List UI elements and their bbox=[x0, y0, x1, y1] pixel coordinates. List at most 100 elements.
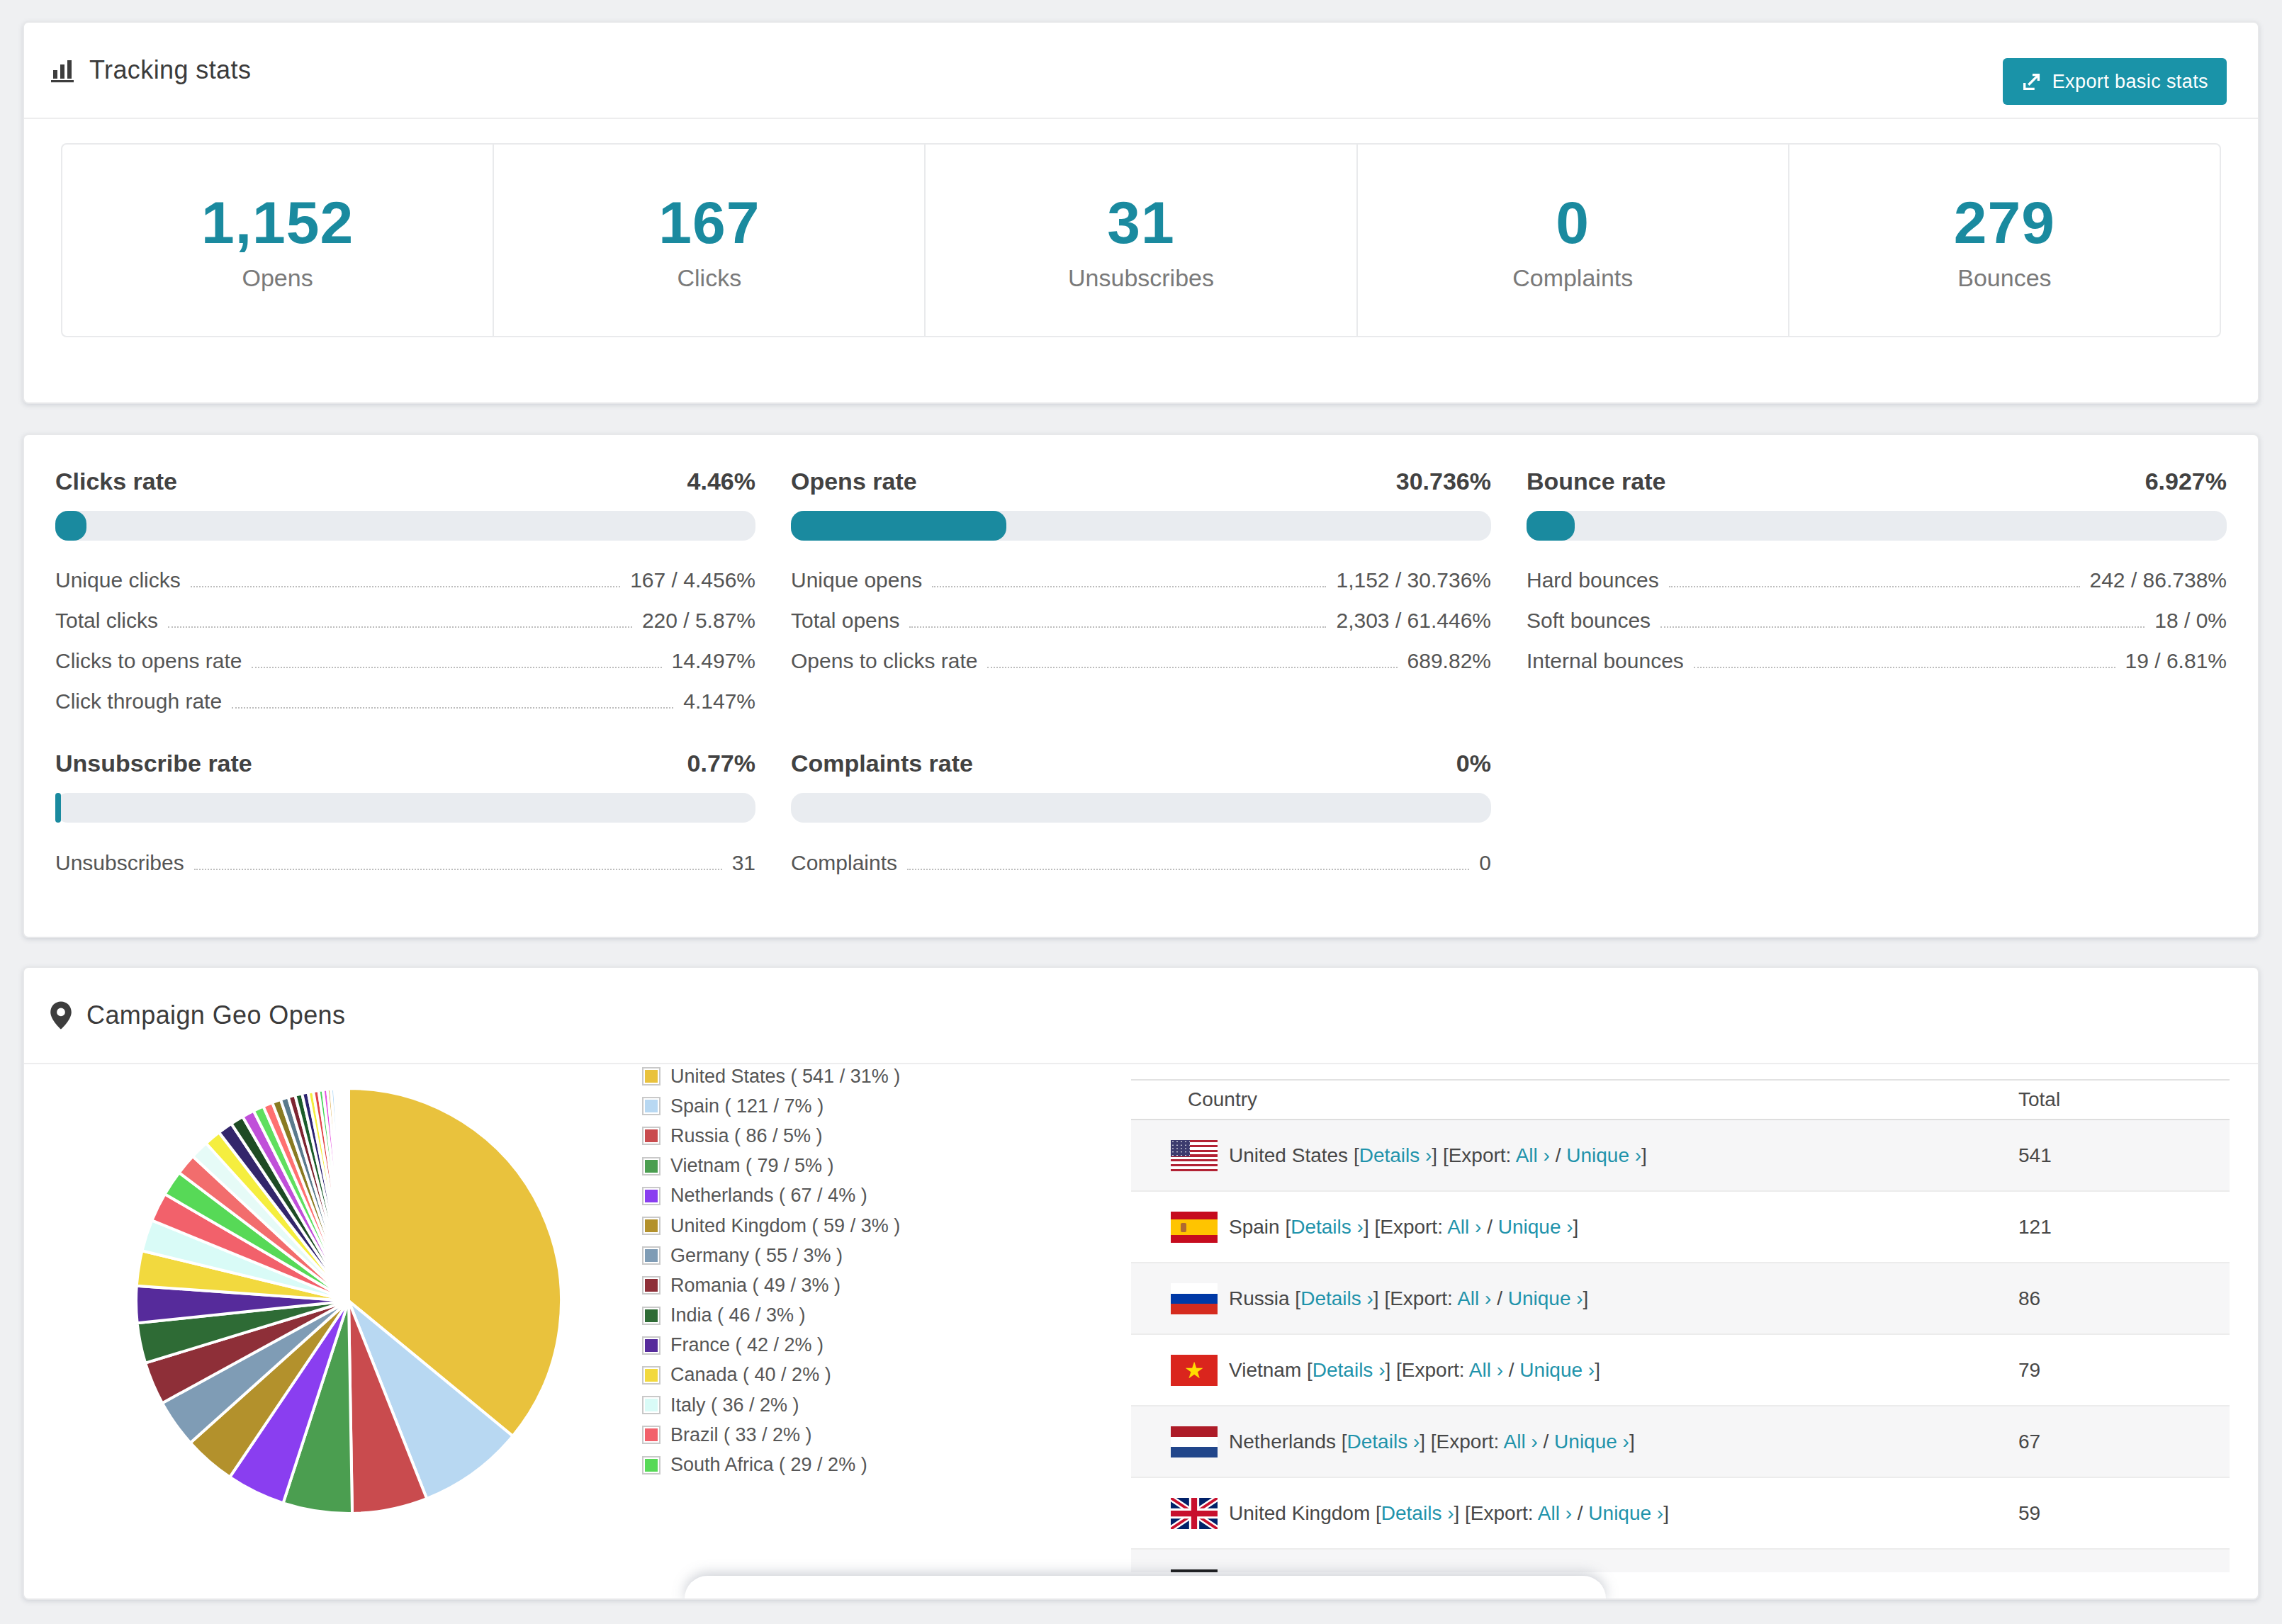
rate-row: Hard bounces 242 / 86.738% bbox=[1527, 560, 2227, 601]
stat-label: Complaints bbox=[1512, 264, 1633, 292]
stats-summary-row: 1,152Opens167Clicks31Unsubscribes0Compla… bbox=[61, 143, 2221, 337]
export-unique-link[interactable]: Unique › bbox=[1566, 1144, 1641, 1166]
tracking-stats-header: Tracking stats Export basic stats bbox=[24, 23, 2258, 119]
opens-rate-block: Opens rate30.736%Unique opens1,152 / 30.… bbox=[791, 468, 1491, 721]
export-unique-link[interactable]: Unique › bbox=[1498, 1216, 1573, 1238]
rate-header: Clicks rate 4.46% bbox=[55, 468, 755, 495]
rate-row-value: 31 bbox=[732, 851, 755, 875]
legend-item: Germany ( 55 / 3% ) bbox=[642, 1241, 900, 1270]
clicks-rate-block: Clicks rate 4.46% Unique clicks 167 / 4.456… bbox=[55, 468, 755, 721]
stat-box-unsubscribes: 31 Unsubscribes bbox=[926, 145, 1357, 336]
rate-row-value: 4.147% bbox=[683, 689, 755, 714]
stat-box-complaints: 0 Complaints bbox=[1358, 145, 1789, 336]
export-button-label: Export basic stats bbox=[2052, 71, 2208, 93]
stat-box-bounces: 279Bounces bbox=[1789, 145, 2220, 336]
rate-row: Total opens 2,303 / 61.446% bbox=[791, 601, 1491, 641]
details-link[interactable]: Details › bbox=[1359, 1144, 1432, 1166]
rate-row-value: 242 / 86.738% bbox=[2090, 568, 2227, 592]
rate-row-value: 2,303 / 61.446% bbox=[1336, 609, 1491, 633]
rate-row: Internal bounces19 / 6.81% bbox=[1527, 641, 2227, 682]
dotted-leader bbox=[191, 586, 620, 587]
rate-row-label: Unsubscribes bbox=[55, 851, 184, 875]
rate-value: 0.77% bbox=[687, 750, 755, 777]
legend-swatch bbox=[642, 1307, 661, 1325]
dotted-leader bbox=[1660, 626, 2145, 628]
export-all-link[interactable]: All › bbox=[1447, 1216, 1481, 1238]
dotted-leader bbox=[909, 626, 1326, 628]
rate-title: Clicks rate bbox=[55, 468, 177, 495]
legend-item: Vietnam ( 79 / 5% ) bbox=[642, 1151, 900, 1181]
bar-chart-icon bbox=[50, 57, 75, 83]
rate-row-value: 14.497% bbox=[672, 649, 755, 673]
details-link[interactable]: Details › bbox=[1291, 1216, 1364, 1238]
export-all-link[interactable]: All › bbox=[1457, 1287, 1491, 1309]
stat-value: 1,152 bbox=[201, 188, 354, 257]
progress-bar bbox=[791, 793, 1491, 823]
legend-label: India ( 46 / 3% ) bbox=[670, 1304, 806, 1326]
stat-value: 0 bbox=[1556, 188, 1590, 257]
rate-value: 0% bbox=[1456, 750, 1491, 777]
dotted-leader bbox=[168, 626, 632, 628]
legend-label: Germany ( 55 / 3% ) bbox=[670, 1245, 843, 1267]
rates-card: Clicks rate 4.46% Unique clicks 167 / 4.456… bbox=[23, 434, 2259, 938]
dotted-leader bbox=[1694, 667, 2115, 668]
legend-swatch bbox=[642, 1067, 661, 1086]
rate-title: Bounce rate bbox=[1527, 468, 1666, 495]
rate-row: Total clicks220 / 5.87% bbox=[55, 601, 755, 641]
details-link[interactable]: Details › bbox=[1300, 1287, 1373, 1309]
progress-bar bbox=[1527, 511, 2227, 541]
rate-row-label: Clicks to opens rate bbox=[55, 649, 242, 673]
rate-row-label: Total opens bbox=[791, 609, 899, 633]
legend-item: France ( 42 / 2% ) bbox=[642, 1331, 900, 1360]
export-all-link[interactable]: All › bbox=[1516, 1144, 1550, 1166]
legend-item: Russia ( 86 / 5% ) bbox=[642, 1121, 900, 1151]
export-all-link[interactable]: All › bbox=[1469, 1359, 1503, 1381]
legend-swatch bbox=[642, 1276, 661, 1295]
export-unique-link[interactable]: Unique › bbox=[1519, 1359, 1595, 1381]
export-all-link[interactable]: All › bbox=[1504, 1431, 1538, 1453]
legend-label: France ( 42 / 2% ) bbox=[670, 1334, 824, 1356]
rate-row: Complaints0 bbox=[791, 842, 1491, 883]
stat-value: 31 bbox=[1107, 188, 1174, 257]
rate-row: Unique clicks 167 / 4.456% bbox=[55, 560, 755, 601]
export-basic-stats-button[interactable]: Export basic stats bbox=[2003, 58, 2227, 105]
legend-swatch bbox=[642, 1127, 661, 1145]
geo-card-header: Campaign Geo Opens bbox=[24, 968, 2258, 1064]
rate-value: 4.46% bbox=[687, 468, 755, 495]
details-link[interactable]: Details › bbox=[1381, 1502, 1454, 1524]
progress-bar bbox=[55, 511, 755, 541]
rate-row-label: Hard bounces bbox=[1527, 568, 1659, 592]
geo-table-row: ★Vietnam [Details ›] [Export: All › / Un… bbox=[1131, 1335, 2230, 1406]
rates-grid: Clicks rate 4.46% Unique clicks 167 / 4.456… bbox=[24, 435, 2258, 883]
flag-de-icon bbox=[1171, 1569, 1218, 1573]
total-cell: 121 bbox=[2018, 1216, 2052, 1239]
stat-label: Clicks bbox=[677, 264, 741, 292]
export-icon bbox=[2021, 71, 2042, 92]
legend-item: United Kingdom ( 59 / 3% ) bbox=[642, 1211, 900, 1241]
export-unique-link[interactable]: Unique › bbox=[1588, 1502, 1663, 1524]
card-title: Tracking stats bbox=[89, 55, 251, 85]
rate-header: Bounce rate6.927% bbox=[1527, 468, 2227, 495]
legend-swatch bbox=[642, 1396, 661, 1414]
rate-header: Unsubscribe rate0.77% bbox=[55, 750, 755, 777]
total-cell: 86 bbox=[2018, 1287, 2040, 1310]
legend-item: United States ( 541 / 31% ) bbox=[642, 1061, 900, 1091]
legend-label: United States ( 541 / 31% ) bbox=[670, 1066, 900, 1088]
details-link[interactable]: Details › bbox=[1347, 1431, 1420, 1453]
export-unique-link[interactable]: Unique › bbox=[1554, 1431, 1629, 1453]
export-all-link[interactable]: All › bbox=[1538, 1502, 1572, 1524]
stat-label: Unsubscribes bbox=[1068, 264, 1214, 292]
geo-opens-pie-chart bbox=[113, 1066, 584, 1536]
rate-row-label: Soft bounces bbox=[1527, 609, 1651, 633]
rate-row-label: Unique clicks bbox=[55, 568, 181, 592]
rate-row-label: Click through rate bbox=[55, 689, 222, 714]
legend-item: Romania ( 49 / 3% ) bbox=[642, 1270, 900, 1300]
horizontal-scrollbar[interactable] bbox=[685, 1576, 1606, 1600]
export-unique-link[interactable]: Unique › bbox=[1508, 1287, 1583, 1309]
dotted-leader bbox=[1669, 586, 2080, 587]
details-link[interactable]: Details › bbox=[1313, 1359, 1386, 1381]
legend-swatch bbox=[642, 1097, 661, 1115]
rate-row-value: 167 / 4.456% bbox=[630, 568, 755, 592]
rate-row-value: 0 bbox=[1479, 851, 1491, 875]
legend-swatch bbox=[642, 1336, 661, 1355]
